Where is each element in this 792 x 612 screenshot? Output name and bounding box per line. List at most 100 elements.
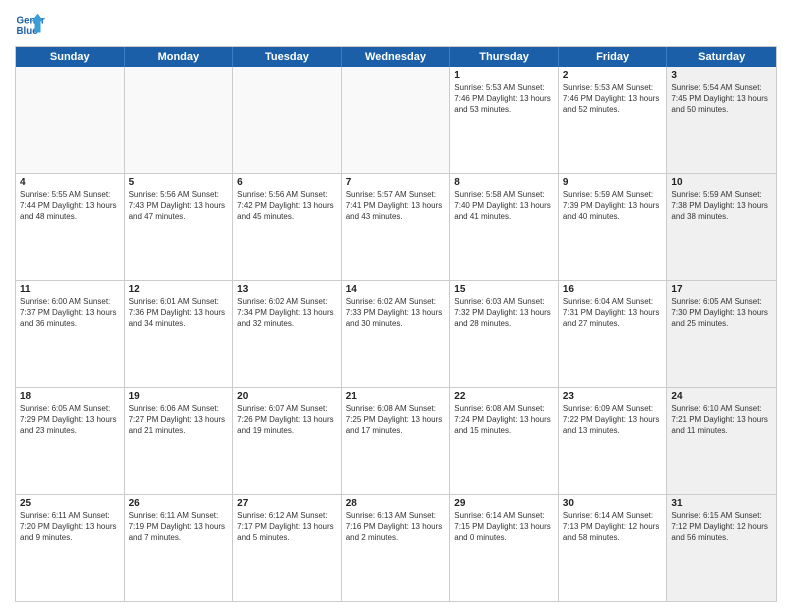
weekday-header: Tuesday	[233, 47, 342, 67]
calendar-cell: 4 Sunrise: 5:55 AM Sunset: 7:44 PM Daylig…	[16, 174, 125, 280]
cell-info: Sunrise: 5:57 AM Sunset: 7:41 PM Dayligh…	[346, 190, 446, 222]
day-number: 24	[671, 391, 772, 402]
logo: General Blue	[15, 10, 49, 40]
day-number: 26	[129, 498, 229, 509]
calendar-cell	[16, 67, 125, 173]
calendar-cell	[342, 67, 451, 173]
calendar-cell: 26 Sunrise: 6:11 AM Sunset: 7:19 PM Dayli…	[125, 495, 234, 601]
cell-info: Sunrise: 5:59 AM Sunset: 7:39 PM Dayligh…	[563, 190, 663, 222]
calendar-cell: 12 Sunrise: 6:01 AM Sunset: 7:36 PM Dayli…	[125, 281, 234, 387]
weekday-header: Friday	[559, 47, 668, 67]
calendar-cell: 30 Sunrise: 6:14 AM Sunset: 7:13 PM Dayli…	[559, 495, 668, 601]
day-number: 9	[563, 177, 663, 188]
cell-info: Sunrise: 6:10 AM Sunset: 7:21 PM Dayligh…	[671, 404, 772, 436]
day-number: 11	[20, 284, 120, 295]
day-number: 20	[237, 391, 337, 402]
day-number: 7	[346, 177, 446, 188]
day-number: 6	[237, 177, 337, 188]
calendar-cell: 22 Sunrise: 6:08 AM Sunset: 7:24 PM Dayli…	[450, 388, 559, 494]
cell-info: Sunrise: 6:11 AM Sunset: 7:19 PM Dayligh…	[129, 511, 229, 543]
weekday-header: Saturday	[667, 47, 776, 67]
calendar-cell: 19 Sunrise: 6:06 AM Sunset: 7:27 PM Dayli…	[125, 388, 234, 494]
calendar-cell: 10 Sunrise: 5:59 AM Sunset: 7:38 PM Dayli…	[667, 174, 776, 280]
cell-info: Sunrise: 5:59 AM Sunset: 7:38 PM Dayligh…	[671, 190, 772, 222]
calendar-row: 4 Sunrise: 5:55 AM Sunset: 7:44 PM Daylig…	[16, 174, 776, 281]
header: General Blue	[15, 10, 777, 40]
logo-icon: General Blue	[15, 10, 45, 40]
calendar-cell: 11 Sunrise: 6:00 AM Sunset: 7:37 PM Dayli…	[16, 281, 125, 387]
cell-info: Sunrise: 6:08 AM Sunset: 7:25 PM Dayligh…	[346, 404, 446, 436]
cell-info: Sunrise: 5:55 AM Sunset: 7:44 PM Dayligh…	[20, 190, 120, 222]
cell-info: Sunrise: 5:54 AM Sunset: 7:45 PM Dayligh…	[671, 83, 772, 115]
calendar-cell	[233, 67, 342, 173]
calendar-cell: 28Sunrise: 6:13 AM Sunset: 7:16 PM Dayli…	[342, 495, 451, 601]
calendar-cell: 21 Sunrise: 6:08 AM Sunset: 7:25 PM Dayli…	[342, 388, 451, 494]
calendar-cell: 15 Sunrise: 6:03 AM Sunset: 7:32 PM Dayli…	[450, 281, 559, 387]
day-number: 19	[129, 391, 229, 402]
day-number: 3	[671, 70, 772, 81]
day-number: 1	[454, 70, 554, 81]
day-number: 27	[237, 498, 337, 509]
cell-info: Sunrise: 6:12 AM Sunset: 7:17 PM Dayligh…	[237, 511, 337, 543]
cell-info: Sunrise: 6:00 AM Sunset: 7:37 PM Dayligh…	[20, 297, 120, 329]
calendar-cell: 16 Sunrise: 6:04 AM Sunset: 7:31 PM Dayli…	[559, 281, 668, 387]
cell-info: Sunrise: 6:02 AM Sunset: 7:34 PM Dayligh…	[237, 297, 337, 329]
cell-info: Sunrise: 6:02 AM Sunset: 7:33 PM Dayligh…	[346, 297, 446, 329]
day-number: 16	[563, 284, 663, 295]
cell-info: Sunrise: 6:09 AM Sunset: 7:22 PM Dayligh…	[563, 404, 663, 436]
cell-info: Sunrise: 6:13 AM Sunset: 7:16 PM Dayligh…	[346, 511, 446, 543]
cell-info: Sunrise: 6:14 AM Sunset: 7:15 PM Dayligh…	[454, 511, 554, 543]
day-number: 23	[563, 391, 663, 402]
weekday-header: Monday	[125, 47, 234, 67]
calendar-cell: 1 Sunrise: 5:53 AM Sunset: 7:46 PM Daylig…	[450, 67, 559, 173]
cell-info: Sunrise: 6:03 AM Sunset: 7:32 PM Dayligh…	[454, 297, 554, 329]
day-number: 17	[671, 284, 772, 295]
calendar-row: 25 Sunrise: 6:11 AM Sunset: 7:20 PM Dayli…	[16, 495, 776, 601]
day-number: 2	[563, 70, 663, 81]
day-number: 5	[129, 177, 229, 188]
cell-info: Sunrise: 5:53 AM Sunset: 7:46 PM Dayligh…	[563, 83, 663, 115]
day-number: 30	[563, 498, 663, 509]
day-number: 21	[346, 391, 446, 402]
cell-info: Sunrise: 5:53 AM Sunset: 7:46 PM Dayligh…	[454, 83, 554, 115]
day-number: 22	[454, 391, 554, 402]
cell-info: Sunrise: 5:56 AM Sunset: 7:42 PM Dayligh…	[237, 190, 337, 222]
calendar-cell: 27 Sunrise: 6:12 AM Sunset: 7:17 PM Dayli…	[233, 495, 342, 601]
cell-info: Sunrise: 6:15 AM Sunset: 7:12 PM Dayligh…	[671, 511, 772, 543]
cell-info: Sunrise: 6:08 AM Sunset: 7:24 PM Dayligh…	[454, 404, 554, 436]
calendar-body: 1 Sunrise: 5:53 AM Sunset: 7:46 PM Daylig…	[16, 67, 776, 601]
weekday-header: Sunday	[16, 47, 125, 67]
cell-info: Sunrise: 6:14 AM Sunset: 7:13 PM Dayligh…	[563, 511, 663, 543]
calendar-cell: 2 Sunrise: 5:53 AM Sunset: 7:46 PM Daylig…	[559, 67, 668, 173]
calendar-cell: 24 Sunrise: 6:10 AM Sunset: 7:21 PM Dayli…	[667, 388, 776, 494]
day-number: 14	[346, 284, 446, 295]
day-number: 25	[20, 498, 120, 509]
calendar-cell	[125, 67, 234, 173]
calendar-cell: 29Sunrise: 6:14 AM Sunset: 7:15 PM Dayli…	[450, 495, 559, 601]
day-number: 13	[237, 284, 337, 295]
calendar-cell: 20 Sunrise: 6:07 AM Sunset: 7:26 PM Dayli…	[233, 388, 342, 494]
day-number: 4	[20, 177, 120, 188]
cell-info: Sunrise: 6:04 AM Sunset: 7:31 PM Dayligh…	[563, 297, 663, 329]
cell-info: Sunrise: 5:58 AM Sunset: 7:40 PM Dayligh…	[454, 190, 554, 222]
calendar-cell: 17Sunrise: 6:05 AM Sunset: 7:30 PM Dayli…	[667, 281, 776, 387]
cell-info: Sunrise: 6:06 AM Sunset: 7:27 PM Dayligh…	[129, 404, 229, 436]
calendar-row: 11 Sunrise: 6:00 AM Sunset: 7:37 PM Dayli…	[16, 281, 776, 388]
cell-info: Sunrise: 5:56 AM Sunset: 7:43 PM Dayligh…	[129, 190, 229, 222]
calendar-cell: 13 Sunrise: 6:02 AM Sunset: 7:34 PM Dayli…	[233, 281, 342, 387]
page: General Blue SundayMondayTuesdayWednesda…	[0, 0, 792, 612]
cell-info: Sunrise: 6:11 AM Sunset: 7:20 PM Dayligh…	[20, 511, 120, 543]
calendar-cell: 5 Sunrise: 5:56 AM Sunset: 7:43 PM Daylig…	[125, 174, 234, 280]
day-number: 31	[671, 498, 772, 509]
weekday-header: Thursday	[450, 47, 559, 67]
calendar: SundayMondayTuesdayWednesdayThursdayFrid…	[15, 46, 777, 602]
day-number: 15	[454, 284, 554, 295]
calendar-row: 18Sunrise: 6:05 AM Sunset: 7:29 PM Dayli…	[16, 388, 776, 495]
calendar-cell: 8Sunrise: 5:58 AM Sunset: 7:40 PM Daylig…	[450, 174, 559, 280]
cell-info: Sunrise: 6:01 AM Sunset: 7:36 PM Dayligh…	[129, 297, 229, 329]
day-number: 10	[671, 177, 772, 188]
cell-info: Sunrise: 6:05 AM Sunset: 7:29 PM Dayligh…	[20, 404, 120, 436]
day-number: 12	[129, 284, 229, 295]
calendar-cell: 3 Sunrise: 5:54 AM Sunset: 7:45 PM Daylig…	[667, 67, 776, 173]
cell-info: Sunrise: 6:07 AM Sunset: 7:26 PM Dayligh…	[237, 404, 337, 436]
